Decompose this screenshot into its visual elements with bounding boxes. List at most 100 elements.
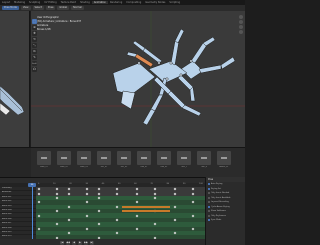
tab-shading[interactable]: Shading (78, 1, 92, 4)
checkbox[interactable] (208, 210, 210, 213)
header-pose-mode-button[interactable]: Pose Mode (2, 6, 19, 10)
keyframe-marker[interactable] (97, 209, 101, 213)
keyframe-marker[interactable] (55, 187, 59, 191)
playhead[interactable] (32, 183, 33, 239)
keyframe-marker[interactable] (115, 231, 119, 235)
pose-thumbnail[interactable]: Turn_L (176, 151, 192, 174)
tab-modeling[interactable]: Modeling (12, 1, 27, 4)
keyframe-marker[interactable] (85, 227, 89, 231)
pose-thumbnail[interactable]: Attack_01 (216, 151, 232, 174)
keyframe-marker[interactable] (55, 222, 59, 226)
keyframe-marker[interactable] (115, 218, 119, 222)
keyframe-marker[interactable] (85, 187, 89, 191)
checkbox[interactable] (208, 196, 210, 199)
keyframe-marker[interactable] (37, 192, 41, 195)
tab-layout[interactable]: Layout (0, 1, 12, 4)
3d-viewport[interactable]: User Orthographic (30) Armature | Armatu… (31, 11, 245, 147)
keyframe-marker[interactable] (173, 231, 177, 235)
keyframe-marker[interactable] (153, 187, 157, 191)
keyframe-marker[interactable] (85, 200, 89, 204)
selected-keyframe-range[interactable] (122, 205, 170, 208)
header-global-button[interactable]: Global (57, 6, 70, 10)
pose-thumbnail[interactable]: Idle_02 (116, 151, 132, 174)
keyframe-marker[interactable] (37, 227, 41, 231)
playback-button[interactable]: |◀ (60, 240, 64, 245)
pose-thumbnail[interactable]: Walk_02 (56, 151, 72, 174)
keyframe-marker[interactable] (37, 200, 41, 204)
keyframe-marker[interactable] (115, 187, 119, 191)
keyframe-marker[interactable] (67, 231, 71, 235)
side-viewport[interactable] (0, 11, 30, 147)
keyframe-marker[interactable] (37, 187, 41, 191)
keyframe-marker[interactable] (191, 200, 195, 204)
pose-thumbnail[interactable]: Walk_03 (76, 151, 92, 174)
header-view-button[interactable]: View (20, 6, 31, 10)
keyframe-marker[interactable] (67, 187, 71, 191)
current-frame-label[interactable]: 30 (28, 183, 36, 187)
header-select-button[interactable]: Select (32, 6, 44, 10)
keyframe-marker[interactable] (135, 192, 139, 195)
keyframe-marker[interactable] (67, 192, 71, 195)
playback-button[interactable]: ◀◀ (66, 240, 70, 245)
keyframe-marker[interactable] (173, 187, 177, 191)
tab-uv-editing[interactable]: UV Editing (42, 1, 58, 4)
playback-button[interactable]: ▶ (78, 240, 82, 245)
keyframe-marker[interactable] (135, 214, 139, 217)
tab-compositing[interactable]: Compositing (124, 1, 143, 4)
pose-thumbnail[interactable]: Turn_R (196, 151, 212, 174)
keyframe-marker[interactable] (153, 192, 157, 195)
tab-scripting[interactable]: Scripting (167, 1, 182, 4)
tab-texture-paint[interactable]: Texture Paint (59, 1, 78, 4)
keyframe-marker[interactable] (191, 192, 195, 195)
keyframe-marker[interactable] (191, 214, 195, 217)
selected-keyframe-range[interactable] (122, 210, 170, 212)
keyframe-marker[interactable] (97, 187, 101, 191)
checkbox[interactable] (208, 192, 210, 195)
dope-sheet[interactable]: 0 10 20 30 40 50 60 70 80 90 100 Summary Armature Bo… (0, 177, 205, 245)
playback-button[interactable]: ▶▶ (84, 240, 88, 245)
keyframe-marker[interactable] (153, 196, 157, 200)
checkbox[interactable] (208, 201, 210, 204)
keyframe-marker[interactable] (191, 187, 195, 191)
tab-animation[interactable]: Animation (91, 1, 109, 4)
keyframe-marker[interactable] (135, 187, 139, 191)
keyframe-marker[interactable] (97, 222, 101, 226)
keyframe-marker[interactable] (191, 227, 195, 231)
ant-armature[interactable] (31, 11, 245, 147)
keyframe-marker[interactable] (55, 209, 59, 213)
checkbox[interactable] (208, 205, 210, 208)
keyframe-marker[interactable] (135, 200, 139, 204)
keyframe-marker[interactable] (97, 192, 101, 195)
keyframe-marker[interactable] (85, 192, 89, 195)
keyframe-marker[interactable] (67, 205, 71, 209)
checkbox[interactable] (208, 187, 210, 190)
header-normal-button[interactable]: Normal (71, 6, 84, 10)
keyframe-marker[interactable] (97, 196, 101, 200)
playback-button[interactable]: ▶| (90, 240, 94, 245)
tab-geometry-nodes[interactable]: Geometry Nodes (143, 1, 167, 4)
keyframe-marker[interactable] (173, 192, 177, 195)
pose-thumbnail[interactable]: Run_01 (136, 151, 152, 174)
checkbox[interactable] (208, 214, 210, 217)
keyframe-marker[interactable] (135, 227, 139, 231)
checkbox[interactable] (208, 219, 210, 222)
tab-sculpting[interactable]: Sculpting (27, 1, 42, 4)
keyframe-marker[interactable] (67, 218, 71, 222)
keyframe-marker[interactable] (115, 192, 119, 195)
property-row[interactable]: Sync Mode (206, 218, 245, 223)
keyframe-marker[interactable] (173, 218, 177, 222)
tab-rendering[interactable]: Rendering (108, 1, 124, 4)
keyframe-tracks[interactable] (36, 187, 205, 240)
keyframe-marker[interactable] (173, 205, 177, 209)
checkbox[interactable] (208, 183, 210, 186)
header-pose-button[interactable]: Pose (45, 6, 56, 10)
pose-thumbnail[interactable]: Idle_01 (96, 151, 112, 174)
keyframe-marker[interactable] (37, 214, 41, 217)
keyframe-marker[interactable] (153, 222, 157, 226)
pose-thumbnail[interactable]: Run_02 (156, 151, 172, 174)
keyframe-marker[interactable] (55, 192, 59, 195)
keyframe-marker[interactable] (115, 205, 119, 209)
pose-thumbnail[interactable]: Walk_01 (36, 151, 52, 174)
playback-button[interactable]: ◀ (72, 240, 76, 245)
keyframe-marker[interactable] (55, 196, 59, 200)
